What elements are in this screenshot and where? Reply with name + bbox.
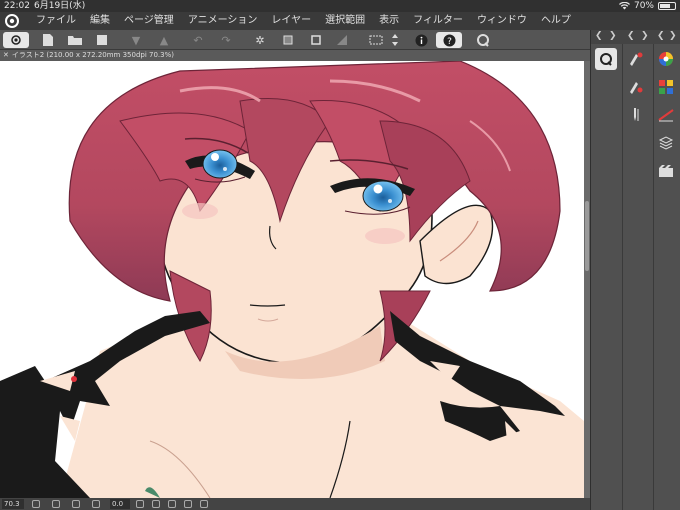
svg-text:?: ? bbox=[447, 37, 452, 47]
menu-animation[interactable]: アニメーション bbox=[188, 12, 258, 30]
dock-divider bbox=[622, 44, 623, 510]
navigator-bar: 70.3 0.0 bbox=[0, 498, 590, 510]
menu-window[interactable]: ウィンドウ bbox=[477, 12, 527, 30]
new-icon[interactable] bbox=[40, 32, 56, 48]
search-icon[interactable] bbox=[474, 32, 492, 48]
flip-horizontal-icon[interactable] bbox=[184, 500, 192, 508]
zoom-out-icon[interactable] bbox=[32, 500, 40, 508]
fit-icon[interactable] bbox=[308, 32, 324, 48]
rotate-right-icon[interactable] bbox=[152, 500, 160, 508]
reset-rotation-icon[interactable] bbox=[168, 500, 176, 508]
menu-file[interactable]: ファイル bbox=[36, 12, 76, 30]
info-icon[interactable] bbox=[413, 32, 429, 48]
undo-icon[interactable]: ↶ bbox=[190, 32, 206, 48]
actual-size-icon[interactable] bbox=[92, 500, 100, 508]
open-icon[interactable] bbox=[66, 32, 84, 48]
search-icon[interactable] bbox=[595, 48, 617, 70]
selection-icon[interactable] bbox=[368, 32, 384, 48]
menu-edit[interactable]: 編集 bbox=[90, 12, 110, 30]
battery-percent: 70% bbox=[633, 1, 654, 11]
fill-icon[interactable] bbox=[334, 32, 350, 48]
palette-dock: ❮ ❯ ❮ ❯ ❮ ❯ bbox=[590, 30, 680, 510]
menu-filter[interactable]: フィルター bbox=[413, 12, 463, 30]
wifi-icon bbox=[618, 2, 630, 10]
layers-icon[interactable] bbox=[655, 132, 677, 154]
battery-level bbox=[660, 4, 670, 8]
sub-tool-icon[interactable] bbox=[625, 48, 647, 70]
clock: 22:02 bbox=[4, 1, 30, 11]
expand-right-icon-3[interactable]: ❯ bbox=[669, 31, 677, 41]
expand-right-icon[interactable]: ❯ bbox=[609, 31, 617, 41]
redo-icon[interactable]: ↷ bbox=[218, 32, 234, 48]
menu-page[interactable]: ページ管理 bbox=[124, 12, 174, 30]
menu-logo-button[interactable] bbox=[3, 32, 29, 48]
animation-icon[interactable] bbox=[655, 160, 677, 182]
date: 6月19日(水) bbox=[34, 1, 86, 11]
zoom-in-icon[interactable] bbox=[52, 500, 60, 508]
menu-selection[interactable]: 選択範囲 bbox=[325, 12, 365, 30]
pen-icon[interactable] bbox=[625, 104, 647, 126]
document-tab[interactable]: ✕ イラスト2 (210.00 x 272.20mm 350dpi 70.3%) bbox=[0, 50, 590, 61]
menu-layer[interactable]: レイヤー bbox=[271, 12, 311, 30]
save-icon[interactable] bbox=[94, 32, 110, 48]
tool-property-icon[interactable] bbox=[625, 76, 647, 98]
drawing-canvas[interactable] bbox=[0, 61, 584, 498]
document-title: イラスト2 (210.00 x 272.20mm 350dpi 70.3%) bbox=[11, 51, 174, 59]
scrollbar-thumb[interactable] bbox=[585, 201, 589, 271]
menu-bar: ファイル 編集 ページ管理 アニメーション レイヤー 選択範囲 表示 フィルター… bbox=[0, 12, 680, 30]
close-icon[interactable]: ✕ bbox=[3, 51, 9, 59]
collapse-left-icon[interactable]: ❮ bbox=[595, 31, 603, 41]
system-status-bar: 22:02 6月19日(水) 70% bbox=[0, 0, 680, 12]
rotate-left-icon[interactable] bbox=[136, 500, 144, 508]
flip-vertical-icon[interactable] bbox=[200, 500, 208, 508]
down-arrow-icon[interactable]: ▼ bbox=[128, 32, 144, 48]
battery-icon bbox=[658, 2, 676, 10]
stepper-icon[interactable] bbox=[388, 32, 402, 48]
help-icon[interactable]: ? bbox=[436, 32, 462, 48]
up-arrow-icon[interactable]: ▲ bbox=[156, 32, 172, 48]
collapse-left-icon-3[interactable]: ❮ bbox=[657, 31, 665, 41]
status-right: 70% bbox=[618, 0, 676, 12]
expand-right-icon-2[interactable]: ❯ bbox=[641, 31, 649, 41]
color-set-icon[interactable] bbox=[655, 76, 677, 98]
rotation-field[interactable]: 0.0 bbox=[110, 499, 130, 509]
transform-icon[interactable] bbox=[280, 32, 296, 48]
command-toolbar: ▼ ▲ ↶ ↷ ✲ ? bbox=[0, 30, 590, 50]
fit-window-icon[interactable] bbox=[72, 500, 80, 508]
zoom-field[interactable]: 70.3 bbox=[2, 499, 24, 509]
app-logo-icon[interactable] bbox=[4, 13, 20, 29]
illustration bbox=[0, 61, 584, 498]
dock-header: ❮ ❯ ❮ ❯ ❮ ❯ bbox=[591, 30, 680, 44]
brush-size-icon[interactable] bbox=[655, 104, 677, 126]
dock-divider-2 bbox=[653, 44, 654, 510]
color-wheel-icon[interactable] bbox=[655, 48, 677, 70]
menu-items: ファイル 編集 ページ管理 アニメーション レイヤー 選択範囲 表示 フィルター… bbox=[36, 12, 571, 30]
collapse-left-icon-2[interactable]: ❮ bbox=[627, 31, 635, 41]
menu-help[interactable]: ヘルプ bbox=[541, 12, 571, 30]
menu-view[interactable]: 表示 bbox=[379, 12, 399, 30]
clear-icon[interactable]: ✲ bbox=[252, 32, 268, 48]
